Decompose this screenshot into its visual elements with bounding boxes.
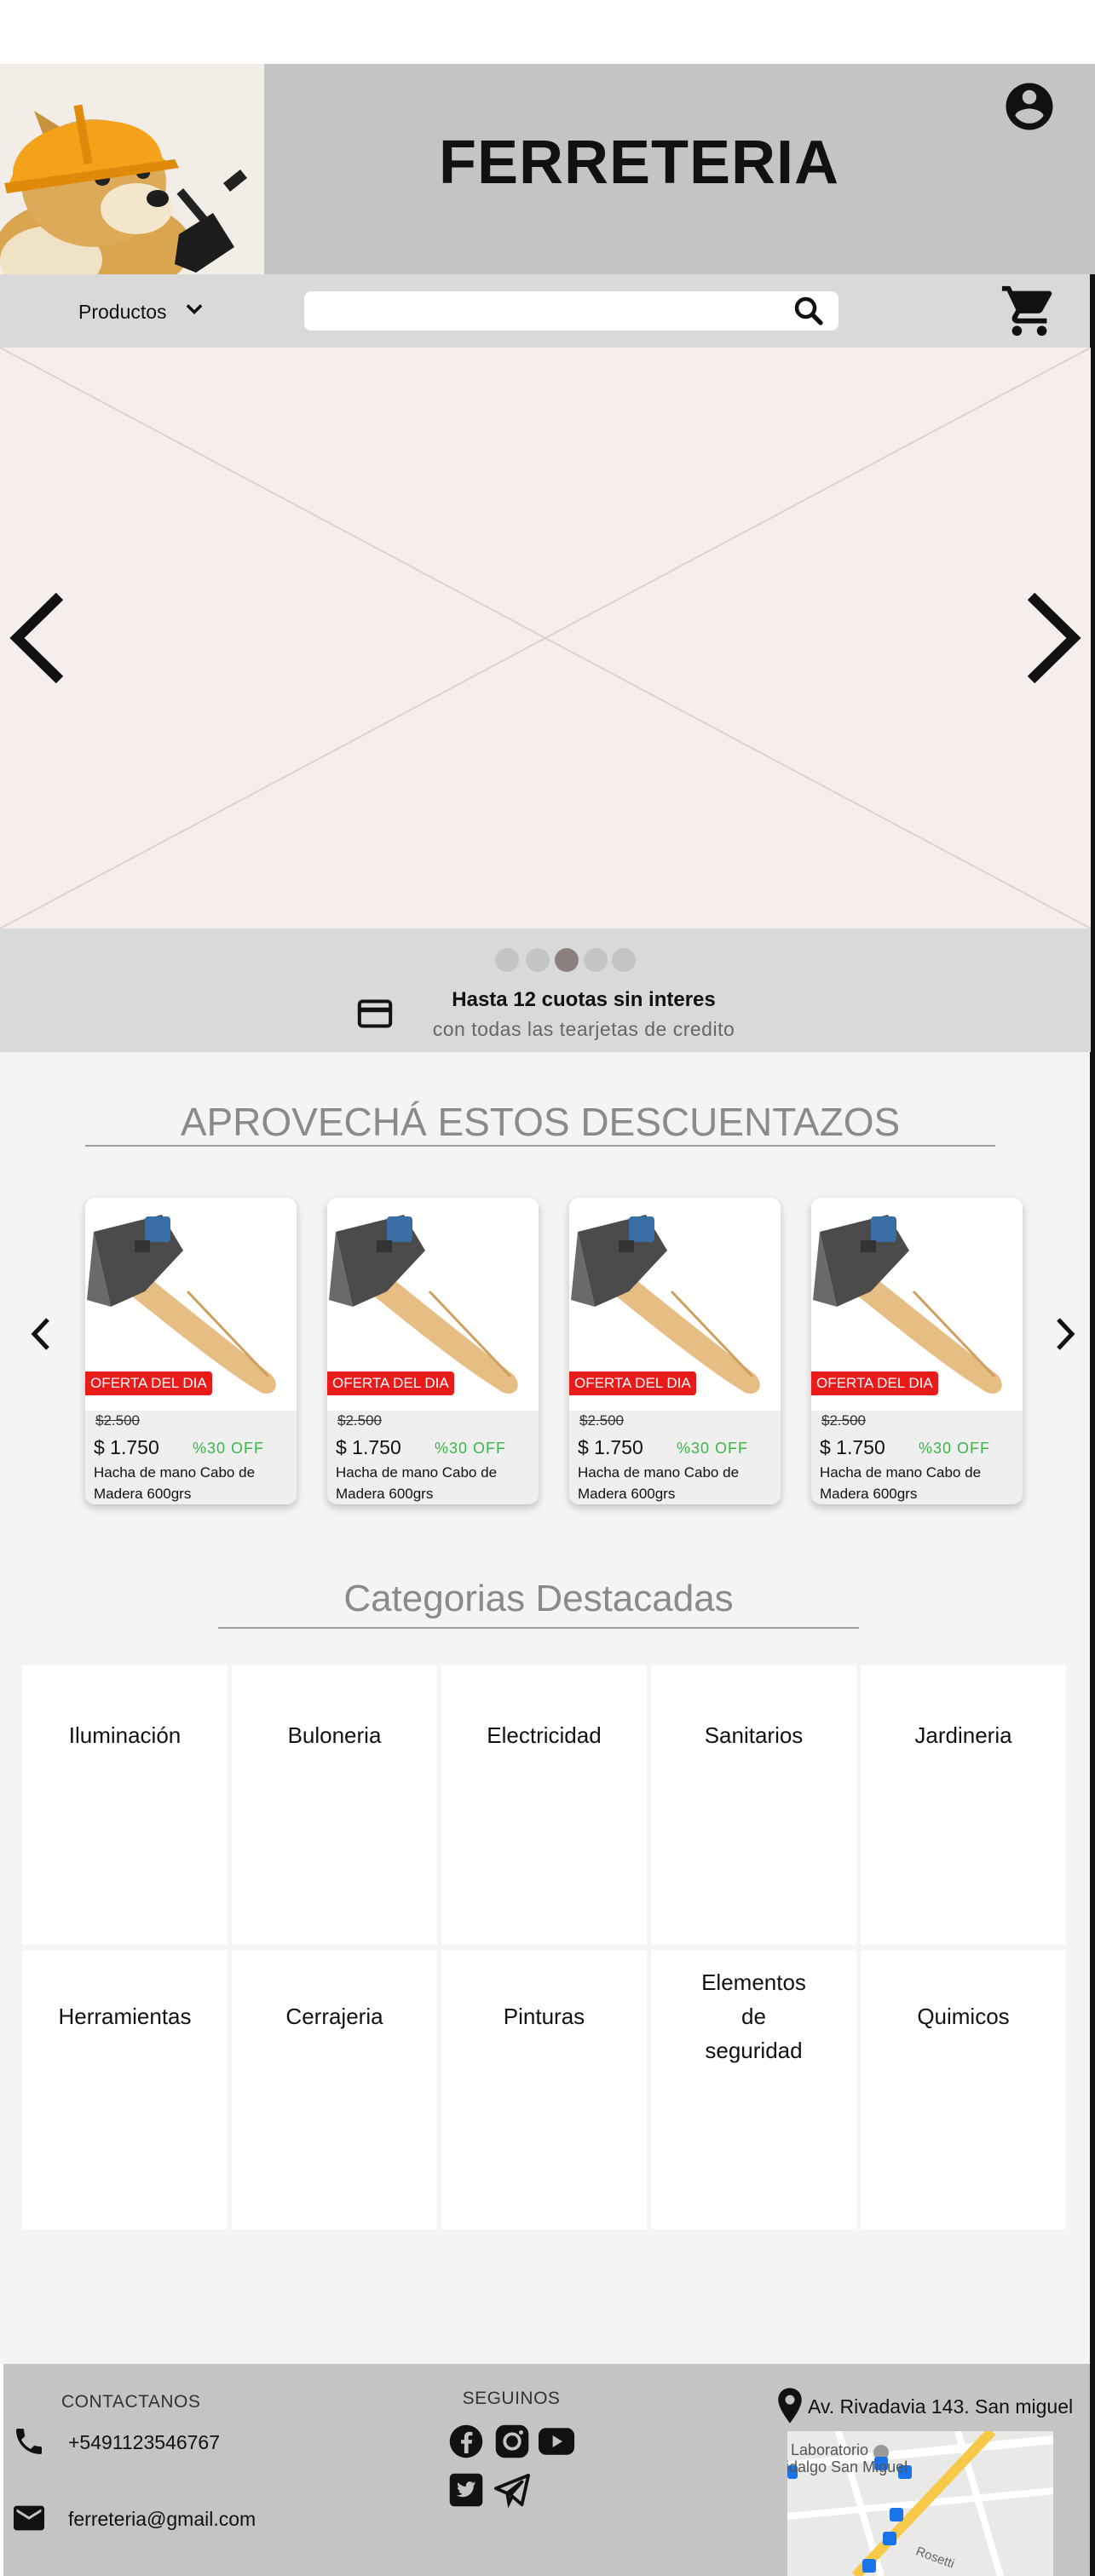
category-tile[interactable]: Sanitarios [651,1665,856,1945]
category-label-line: seguridad [705,2038,803,2063]
category-label: Cerrajeria [285,2004,383,2029]
credit-card-icon [356,997,394,1031]
category-tile[interactable]: Jardineria [861,1665,1066,1945]
old-price: $2.500 [337,1412,382,1429]
discount-label: %30 OFF [677,1440,749,1457]
products-dropdown[interactable]: Productos [78,295,206,329]
instagram-icon[interactable] [494,2424,530,2459]
divider [85,1145,995,1147]
category-tile[interactable]: Cerrajeria [232,1950,437,2229]
old-price: $2.500 [579,1412,624,1429]
category-label: Buloneria [287,1722,382,1748]
carousel-dot-3-active[interactable] [555,948,579,972]
discount-label: %30 OFF [193,1440,265,1457]
follow-title: SEGUINOS [462,2389,561,2408]
categories-section-title: Categorias Destacadas [343,1578,734,1619]
promo-title: Hasta 12 cuotas sin interes [452,988,716,1011]
product-name[interactable]: Hacha de mano Cabo de Madera 600grs [820,1462,1012,1504]
carousel-dot-4[interactable] [584,948,608,972]
search-icon[interactable] [791,293,827,329]
chevron-right-icon[interactable] [1023,588,1084,688]
price: $ 1.750 [94,1436,159,1458]
carousel-dot-1[interactable] [495,948,519,972]
category-label-line: de [741,2004,766,2029]
discount-label: %30 OFF [919,1440,991,1457]
map-label: idalgo San Miguel [787,2458,908,2475]
divider [218,1627,859,1629]
category-label: Quimicos [917,2004,1010,2029]
category-tile[interactable]: Pinturas [441,1950,647,2229]
category-label: Jardineria [914,1722,1012,1748]
chevron-left-icon[interactable] [7,588,68,688]
category-tile[interactable]: Electricidad [441,1665,647,1945]
product-name[interactable]: Hacha de mano Cabo de Madera 600grs [578,1462,770,1504]
location-pin-icon [775,2387,804,2424]
category-tile[interactable]: Herramientas [22,1950,228,2229]
phone-icon [12,2424,46,2458]
offer-badge: OFERTA DEL DIA [85,1371,212,1395]
product-card[interactable]: OFERTA DEL DIA $2.500 $ 1.750 %30 OFF Hacha … [327,1198,539,1504]
product-name[interactable]: Hacha de mano Cabo de Madera 600grs [94,1462,286,1504]
search-box [304,291,839,331]
old-price: $2.500 [821,1412,866,1429]
telegram-icon[interactable] [493,2472,532,2509]
category-label: Electricidad [487,1722,602,1748]
carousel-dot-5[interactable] [612,948,636,972]
map-label: Laboratorio [791,2441,869,2458]
category-tile[interactable]: Iluminación [22,1665,228,1945]
offer-badge: OFERTA DEL DIA [327,1371,454,1395]
twitter-icon[interactable] [448,2472,484,2508]
category-label: Elementos de seguridad [651,1965,856,2067]
chevron-left-icon[interactable] [26,1314,56,1354]
category-label: Herramientas [58,2004,192,2029]
carousel-dot-2[interactable] [526,948,550,972]
youtube-icon[interactable] [537,2424,576,2459]
category-label-line: Elementos [701,1969,806,1995]
promo-subtitle: con todas las tearjetas de credito [432,1018,735,1040]
hero-banner-placeholder[interactable] [0,347,1092,929]
product-card[interactable]: OFERTA DEL DIA $2.500 $ 1.750 %30 OFF Hacha … [811,1198,1023,1504]
products-label: Productos [78,300,167,323]
address-text: Av. Rivadavia 143. San miguel [808,2395,1074,2418]
search-input[interactable] [316,296,776,325]
category-tile[interactable]: Buloneria [232,1665,437,1945]
contact-title: CONTACTANOS [61,2392,201,2412]
product-card[interactable]: OFERTA DEL DIA $2.500 $ 1.750 %30 OFF Hacha … [85,1198,297,1504]
category-label: Sanitarios [704,1722,804,1748]
category-label: Iluminación [68,1722,182,1748]
price: $ 1.750 [820,1436,885,1458]
mail-icon [10,2503,48,2533]
product-name[interactable]: Hacha de mano Cabo de Madera 600grs [336,1462,528,1504]
facebook-icon[interactable] [448,2424,484,2459]
chevron-down-icon [182,297,206,326]
offer-badge: OFERTA DEL DIA [569,1371,696,1395]
email-link[interactable]: ferreteria@gmail.com [68,2508,256,2531]
user-account-icon[interactable] [1001,78,1058,135]
category-label: Pinturas [503,2004,585,2029]
product-card[interactable]: OFERTA DEL DIA $2.500 $ 1.750 %30 OFF Hacha … [569,1198,781,1504]
chevron-right-icon[interactable] [1050,1314,1081,1354]
map-embed[interactable]: Laboratorio idalgo San Miguel Rosetti [787,2431,1053,2576]
logo[interactable] [0,64,264,274]
deals-section-title: APROVECHÁ ESTOS DESCUENTAZOS [180,1100,901,1144]
old-price: $2.500 [95,1412,140,1429]
category-tile[interactable]: Elementos de seguridad [651,1950,856,2229]
shopping-cart-icon[interactable] [999,281,1060,341]
category-tile[interactable]: Quimicos [861,1950,1066,2229]
brand-title: FERRETERIA [438,129,840,197]
discount-label: %30 OFF [435,1440,507,1457]
price: $ 1.750 [578,1436,643,1458]
price: $ 1.750 [336,1436,401,1458]
phone-link[interactable]: +5491123546767 [68,2431,220,2454]
offer-badge: OFERTA DEL DIA [811,1371,938,1395]
